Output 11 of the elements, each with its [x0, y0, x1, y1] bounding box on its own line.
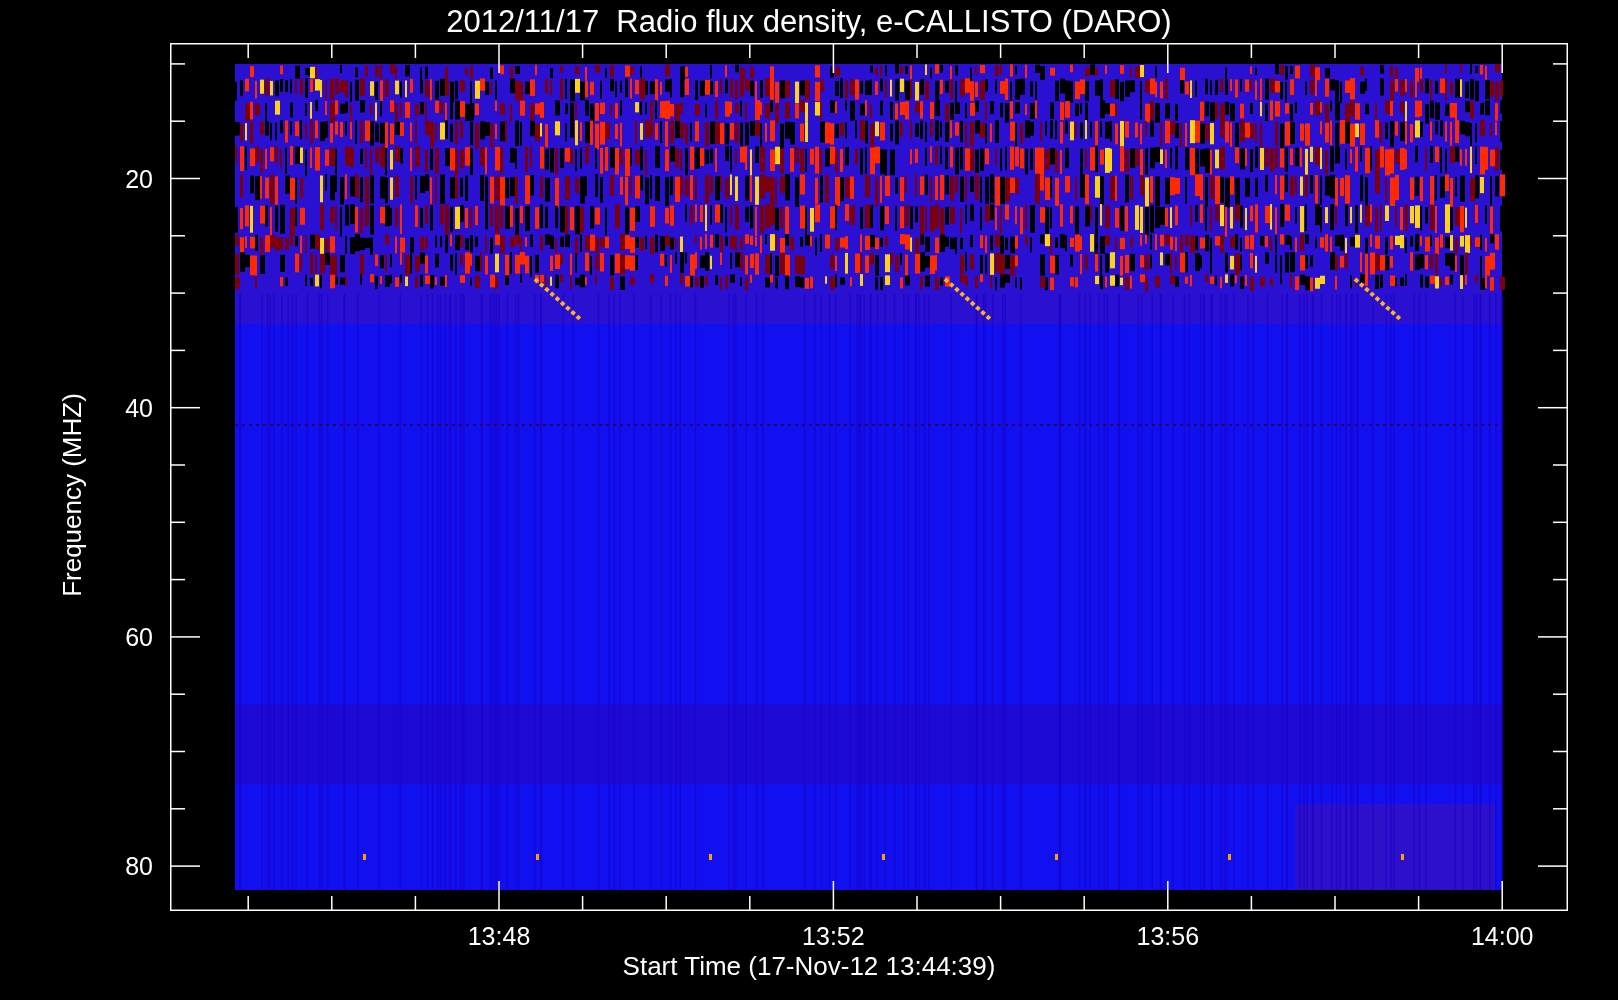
x-tick-label: 13:56: [1135, 921, 1201, 951]
x-tick-label: 13:48: [466, 921, 532, 951]
y-axis-label: Frequency (MHZ): [56, 393, 88, 597]
y-tick-label: 80: [125, 851, 153, 882]
y-tick-label: 20: [125, 163, 153, 194]
x-axis-label: Start Time (17-Nov-12 13:44:39): [622, 950, 996, 982]
x-tick-label: 14:00: [1469, 921, 1535, 951]
y-tick-label: 40: [125, 392, 153, 423]
y-tick-label: 60: [125, 621, 153, 652]
chart-title: 2012/11/17 Radio flux density, e-CALLISTO (DARO): [446, 3, 1172, 41]
x-tick-label: 13:52: [801, 921, 866, 951]
